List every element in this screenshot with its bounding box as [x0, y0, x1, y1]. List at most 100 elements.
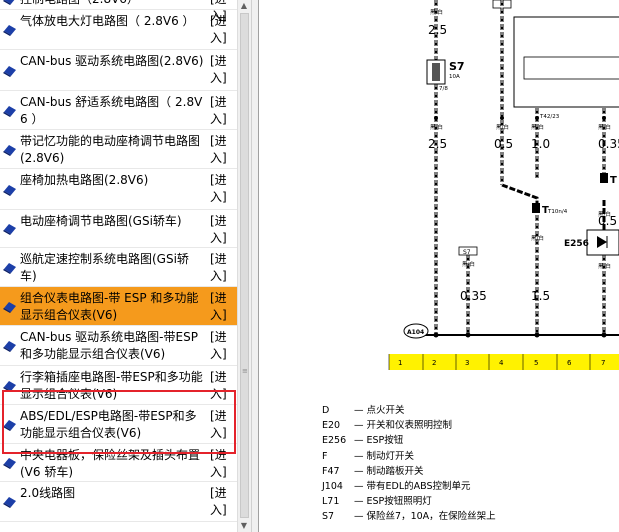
svg-text:黑/白: 黑/白 [430, 8, 443, 16]
legend-code: S7 [322, 511, 335, 523]
svg-text:2.5: 2.5 [428, 137, 447, 151]
svg-text:1.5: 1.5 [531, 289, 550, 303]
legend-row: J104 — 带有EDL的ABS控制单元 [322, 479, 612, 494]
enter-link[interactable]: [进入] [210, 485, 232, 519]
enter-link[interactable]: [进入] [210, 133, 232, 167]
list-item[interactable]: ABS/EDL/ESP电路图-带ESP和多功能显示组合仪表(V6) [进入] [0, 405, 237, 444]
list-item-label: CAN-bus 驱动系统电路图(2.8V6) [20, 54, 204, 68]
legend-desc: — 带有EDL的ABS控制单元 [354, 480, 471, 492]
scrollbar-thumb[interactable] [240, 13, 249, 518]
enter-link[interactable]: [进入] [210, 172, 232, 206]
svg-text:2: 2 [432, 359, 436, 367]
enter-link[interactable]: [进入] [210, 290, 232, 324]
svg-text:7: 7 [601, 359, 605, 367]
pane-splitter[interactable] [251, 0, 259, 532]
fuse-rating: 10A [449, 74, 460, 80]
svg-text:1: 1 [398, 359, 402, 367]
svg-text:1.0: 1.0 [531, 137, 550, 151]
list-item[interactable]: 巡航定速控制系统电路图(GSi轿车) [进入] [0, 248, 237, 287]
legend-code: E20 [322, 420, 341, 432]
svg-text:3: 3 [465, 359, 469, 367]
legend-desc: — ESP按钮 [354, 435, 404, 447]
enter-link[interactable]: [进入] [210, 447, 232, 481]
list-item-label: 组合仪表电路图-带 ESP 和多功能显示组合仪表(V6) [20, 291, 199, 322]
svg-text:黑/白: 黑/白 [531, 234, 544, 242]
blue-diamond-icon [3, 497, 16, 508]
svg-text:黑/白: 黑/白 [430, 123, 443, 131]
svg-text:S7: S7 [463, 249, 471, 256]
list-item[interactable]: CAN-bus 驱动系统电路图-带ESP和多功能显示组合仪表(V6) [进入] [0, 326, 237, 366]
svg-text:7/8: 7/8 [439, 86, 448, 92]
blue-diamond-icon [3, 224, 16, 235]
list-item[interactable]: 座椅加热电路图(2.8V6) [进入] [0, 169, 237, 210]
list-item-label: 电动座椅调节电路图(GSi轿车) [20, 214, 182, 228]
enter-link[interactable]: [进入] [210, 213, 232, 247]
legend-code: J104 [322, 480, 343, 492]
blue-diamond-icon [3, 341, 16, 352]
svg-text:0.5: 0.5 [494, 137, 513, 151]
circuit-diagram: S7 10A 黑/白 黑/白 黑/白 黑/白 黑/白 黑/白 黑/白 黑/白 黑… [388, 0, 619, 370]
component-legend: D — 点火开关 E20 — 开关和仪表照明控制 E256 — ESP按钮 F — 制动灯开关… [322, 403, 612, 525]
legend-code: F47 [322, 465, 340, 477]
list-item-label: 座椅加热电路图(2.8V6) [20, 173, 149, 187]
blue-diamond-icon [3, 301, 16, 313]
diagram-list: 控制电路图（2.8V6）[进入]气体放电大灯电路图（ 2.8V6 ）[进入]CA… [0, 0, 237, 532]
legend-row: F — 制动灯开关 [322, 449, 612, 464]
svg-text:6: 6 [567, 359, 572, 367]
list-item[interactable]: 行李箱插座电路图-带ESP和多功能显示组合仪表(V6) [进入] [0, 366, 237, 405]
enter-link[interactable]: [进入] [210, 408, 232, 442]
svg-text:5: 5 [534, 359, 538, 367]
blue-diamond-icon [3, 262, 16, 274]
legend-desc: — 保险丝7，10A，在保险丝架上 [354, 511, 496, 523]
list-item-label: 气体放电大灯电路图（ 2.8V6 ） [20, 14, 195, 28]
legend-row: E256 — ESP按钮 [322, 433, 612, 448]
svg-text:黑/白: 黑/白 [531, 123, 544, 131]
list-item-label: 带记忆功能的电动座椅调节电路图(2.8V6) [20, 134, 201, 165]
scrollbar-grip-icon: ≡ [242, 367, 248, 375]
svg-text:T10n/4: T10n/4 [547, 209, 568, 215]
list-item-label: CAN-bus 舒适系统电路图（ 2.8V6 ） [20, 95, 203, 126]
list-item[interactable]: CAN-bus 舒适系统电路图（ 2.8V6 ） [进入] [0, 91, 237, 130]
svg-text:4: 4 [499, 359, 504, 367]
switch-label: E256 [564, 239, 589, 249]
svg-text:0.35: 0.35 [460, 289, 487, 303]
legend-row: L71 — ESP按钮照明灯 [322, 494, 612, 509]
scroll-up-icon[interactable]: ▲ [237, 0, 251, 12]
legend-row: E20 — 开关和仪表照明控制 [322, 418, 612, 433]
fuse-label: S7 [449, 60, 465, 73]
legend-desc: — 制动灯开关 [354, 450, 415, 462]
enter-link[interactable]: [进入] [210, 329, 232, 363]
list-item[interactable]: 中央电器板，保险丝架及插头布置(V6 轿车) [进入] [0, 444, 237, 482]
list-item[interactable]: 控制电路图（2.8V6）[进入] [0, 0, 237, 23]
legend-row: S7 — 保险丝7，10A，在保险丝架上 [322, 509, 612, 524]
enter-link[interactable]: [进入] [210, 369, 232, 403]
legend-desc: — ESP按钮照明灯 [354, 496, 432, 508]
list-item-label: 中央电器板，保险丝架及插头布置(V6 轿车) [20, 448, 201, 479]
blue-diamond-icon [3, 105, 16, 117]
list-item[interactable]: 带记忆功能的电动座椅调节电路图(2.8V6) [进入] [0, 130, 237, 169]
list-item[interactable]: 电动座椅调节电路图(GSi轿车) [进入] [0, 210, 237, 248]
svg-text:0.5: 0.5 [598, 214, 617, 228]
list-item-label: 行李箱插座电路图-带ESP和多功能显示组合仪表(V6) [20, 370, 203, 401]
svg-text:2.5: 2.5 [428, 23, 447, 37]
list-item[interactable]: 组合仪表电路图-带 ESP 和多功能显示组合仪表(V6) [进入] [0, 287, 237, 326]
blue-diamond-icon [3, 144, 16, 156]
svg-text:T42/23: T42/23 [539, 114, 560, 120]
list-item[interactable]: 2.0线路图 [进入] [0, 482, 237, 522]
legend-code: F [322, 450, 328, 462]
list-item-label: 控制电路图（2.8V6） [20, 0, 204, 8]
scroll-down-icon[interactable]: ▼ [237, 520, 251, 532]
list-item-label: 巡航定速控制系统电路图(GSi轿车) [20, 252, 189, 283]
blue-diamond-icon [3, 458, 16, 469]
legend-row: D — 点火开关 [322, 403, 612, 418]
enter-link[interactable]: [进入] [210, 53, 232, 87]
blue-diamond-icon [3, 380, 16, 392]
list-item[interactable]: 气体放电大灯电路图（ 2.8V6 ） [进入] [0, 10, 237, 50]
enter-link[interactable]: [进入] [210, 251, 232, 285]
legend-code: D [322, 405, 330, 416]
blue-diamond-icon [3, 184, 16, 196]
enter-link[interactable]: [进入] [210, 13, 232, 47]
list-item-label: ABS/EDL/ESP电路图-带ESP和多功能显示组合仪表(V6) [20, 409, 197, 440]
list-item[interactable]: CAN-bus 驱动系统电路图(2.8V6) [进入] [0, 50, 237, 91]
enter-link[interactable]: [进入] [210, 94, 232, 128]
